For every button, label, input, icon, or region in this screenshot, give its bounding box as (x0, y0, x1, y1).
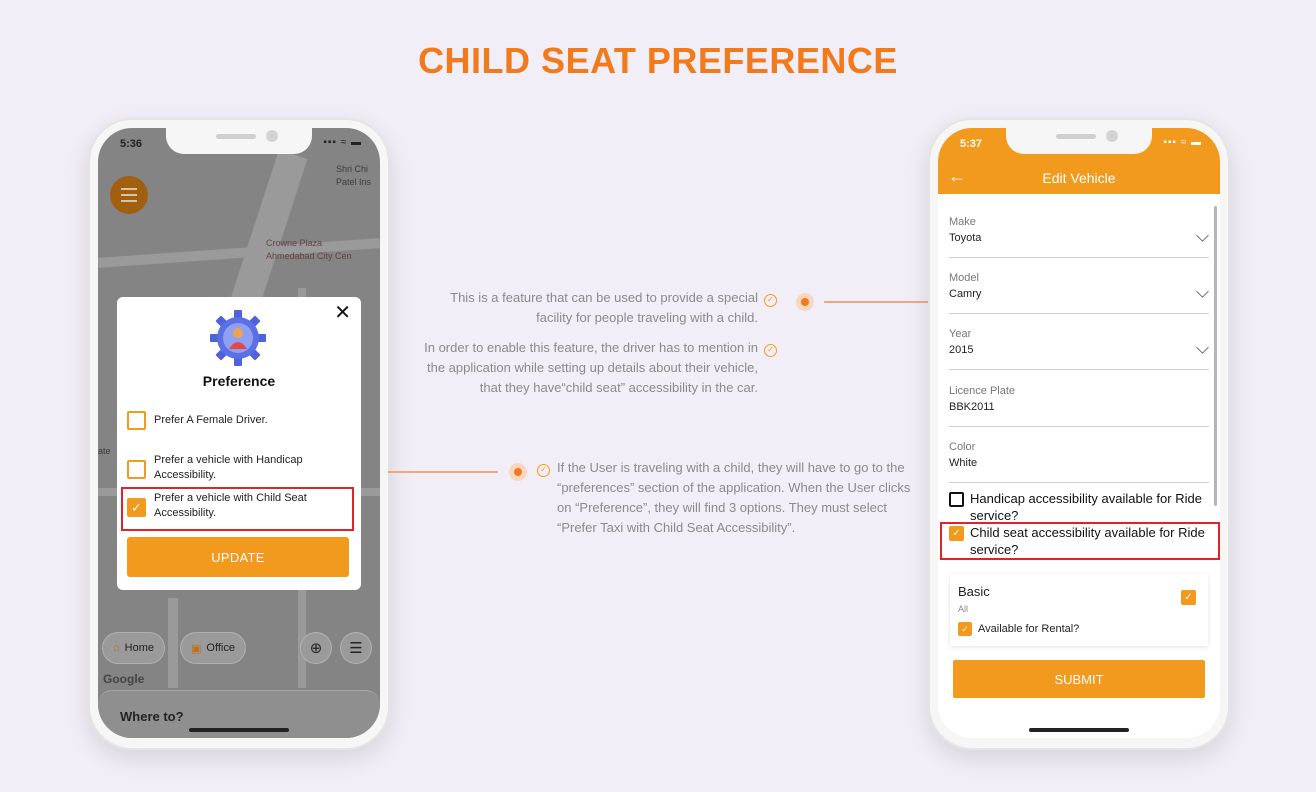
card-subtitle: All (958, 604, 969, 614)
rental-option[interactable]: ✓ Available for Rental? (958, 622, 1079, 636)
briefcase-icon: ▣ (191, 642, 202, 655)
update-button[interactable]: UPDATE (127, 537, 349, 577)
close-icon[interactable]: ✕ (334, 303, 351, 323)
field-label: Model (949, 272, 979, 284)
crosshair-icon: ⊕ (309, 640, 323, 657)
model-field[interactable]: Model Camry (949, 272, 1209, 314)
header-title: Edit Vehicle (1042, 170, 1116, 186)
preference-dialog: ✕ Preference Prefer A Female Driver. Pre… (117, 297, 361, 590)
field-value: Toyota (949, 232, 982, 244)
gear-person-icon (210, 310, 266, 366)
option-handicap[interactable]: Prefer a vehicle with Handicap Accessibi… (127, 453, 337, 483)
handicap-option[interactable]: Handicap accessibility available for Rid… (949, 490, 1211, 524)
field-label: Year (949, 328, 972, 340)
option-label: Prefer A Female Driver. (154, 414, 268, 426)
checkbox[interactable] (949, 492, 964, 507)
submit-button[interactable]: SUBMIT (953, 660, 1205, 698)
child-seat-option[interactable]: ✓ Child seat accessibility available for… (949, 524, 1211, 558)
status-time: 5:37 (960, 138, 983, 150)
field-label: Licence Plate (949, 385, 1016, 397)
chevron-down-icon (1196, 229, 1209, 242)
field-label: Make (949, 216, 976, 228)
menu-button[interactable] (110, 176, 148, 214)
color-field[interactable]: Color White (949, 441, 1209, 483)
licence-plate-field[interactable]: Licence Plate BBK2011 (949, 385, 1209, 427)
basic-checkbox[interactable]: ✓ (1181, 590, 1196, 605)
rental-checkbox[interactable]: ✓ (958, 622, 972, 636)
checkbox[interactable] (127, 411, 146, 430)
connector-dot (796, 293, 814, 311)
check-circle-icon: ✓ (764, 344, 777, 357)
checkbox-checked[interactable]: ✓ (127, 498, 146, 517)
option-label: Prefer a vehicle with Child Seat Accessi… (154, 492, 307, 519)
chevron-down-icon (1196, 285, 1209, 298)
rental-label: Available for Rental? (978, 623, 1080, 635)
option-child-seat[interactable]: ✓ Prefer a vehicle with Child Seat Acces… (127, 491, 337, 521)
connector-dot (509, 463, 527, 481)
home-icon: ⌂ (113, 642, 120, 654)
home-indicator (1029, 728, 1129, 732)
filter-button[interactable]: ☰ (340, 632, 372, 664)
vehicle-type-card: Basic All ✓ ✓ Available for Rental? (950, 574, 1208, 646)
option-label: Prefer a vehicle with Handicap Accessibi… (154, 454, 303, 481)
field-value: BBK2011 (949, 401, 995, 413)
check-circle-icon: ✓ (764, 294, 777, 307)
scrollbar[interactable] (1214, 206, 1217, 506)
sliders-icon: ☰ (349, 640, 363, 657)
phone-left: Shri Chi Patel Ins Crowne Plaza Ahmedaba… (88, 118, 390, 750)
checkbox[interactable] (127, 460, 146, 479)
status-icons: ▪▪▪ ≈ ▬ (1163, 137, 1202, 148)
year-field[interactable]: Year 2015 (949, 328, 1209, 370)
checkbox-checked[interactable]: ✓ (949, 526, 964, 541)
chevron-down-icon (1196, 341, 1209, 354)
check-circle-icon: ✓ (537, 464, 550, 477)
field-value: Camry (949, 288, 982, 300)
option-label: Child seat accessibility available for R… (970, 525, 1205, 557)
make-field[interactable]: Make Toyota (949, 216, 1209, 258)
hamburger-icon (121, 188, 137, 190)
office-chip[interactable]: ▣ Office (180, 632, 246, 664)
dialog-title: Preference (202, 373, 276, 389)
page-title: CHILD SEAT PREFERENCE (418, 40, 898, 81)
google-logo: Google (103, 672, 145, 686)
status-time: 5:36 (120, 138, 143, 150)
connector-line (388, 471, 498, 473)
card-title: Basic (958, 584, 990, 599)
field-label: Color (949, 441, 976, 453)
field-value: White (949, 457, 978, 469)
option-female-driver[interactable]: Prefer A Female Driver. (127, 411, 268, 430)
edit-vehicle-screen: 5:37 ▪▪▪ ≈ ▬ ← Edit Vehicle Make Toyota … (938, 128, 1220, 738)
option-label: Handicap accessibility available for Rid… (970, 491, 1202, 523)
where-to-input[interactable]: Where to? (120, 709, 184, 724)
status-icons: ▪▪▪ ≈ ▬ (323, 137, 362, 148)
annotation-top: This is a feature that can be used to pr… (450, 290, 758, 325)
field-value: 2015 (949, 344, 974, 356)
map-screen: Shri Chi Patel Ins Crowne Plaza Ahmedaba… (98, 128, 380, 738)
annotation-middle: In order to enable this feature, the dri… (424, 340, 758, 395)
annotation-bottom: If the User is traveling with a child, t… (557, 460, 911, 535)
home-indicator (189, 728, 289, 732)
home-chip[interactable]: ⌂ Home (102, 632, 165, 664)
phone-right: 5:37 ▪▪▪ ≈ ▬ ← Edit Vehicle Make Toyota … (928, 118, 1230, 750)
locate-button[interactable]: ⊕ (300, 632, 332, 664)
connector-line (824, 301, 930, 303)
